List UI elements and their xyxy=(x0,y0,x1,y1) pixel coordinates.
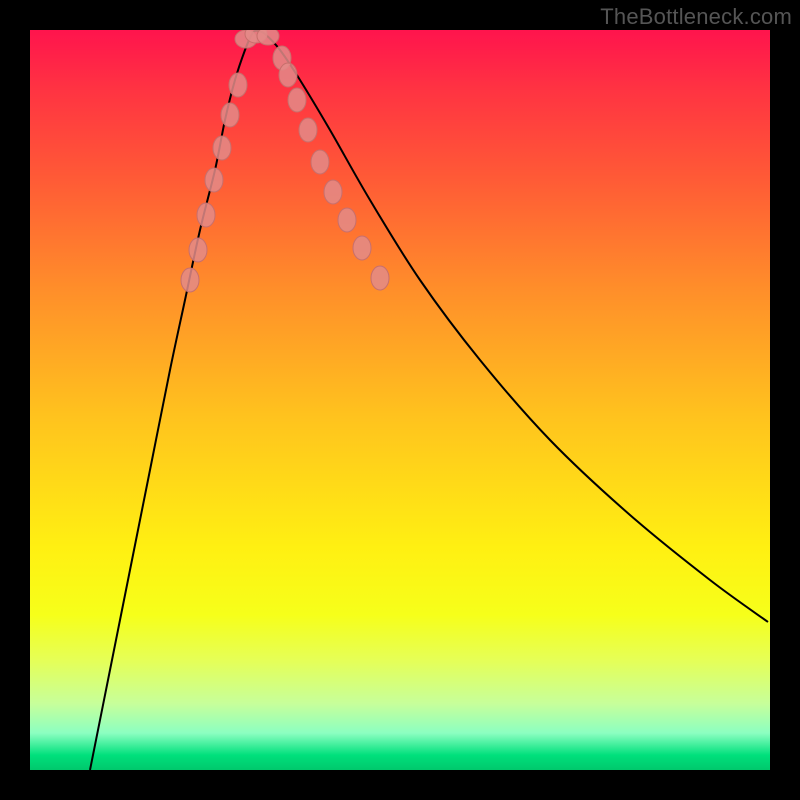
chart-svg xyxy=(30,30,770,770)
bottleneck-curve xyxy=(90,31,768,770)
right-branch-markers xyxy=(353,236,371,260)
right-branch-markers xyxy=(299,118,317,142)
watermark-text: TheBottleneck.com xyxy=(600,4,792,30)
right-branch-markers xyxy=(279,63,297,87)
left-branch-markers xyxy=(197,203,215,227)
left-branch-markers xyxy=(229,73,247,97)
left-branch-markers xyxy=(181,268,199,292)
right-branch-markers xyxy=(324,180,342,204)
left-branch-markers xyxy=(205,168,223,192)
right-branch-markers xyxy=(338,208,356,232)
chart-plot-area xyxy=(30,30,770,770)
bottom-valley-markers xyxy=(257,30,279,45)
left-branch-markers xyxy=(213,136,231,160)
right-branch-markers xyxy=(371,266,389,290)
markers-group xyxy=(181,30,389,292)
left-branch-markers xyxy=(189,238,207,262)
right-branch-markers xyxy=(288,88,306,112)
chart-frame: TheBottleneck.com xyxy=(0,0,800,800)
left-branch-markers xyxy=(221,103,239,127)
right-branch-markers xyxy=(311,150,329,174)
